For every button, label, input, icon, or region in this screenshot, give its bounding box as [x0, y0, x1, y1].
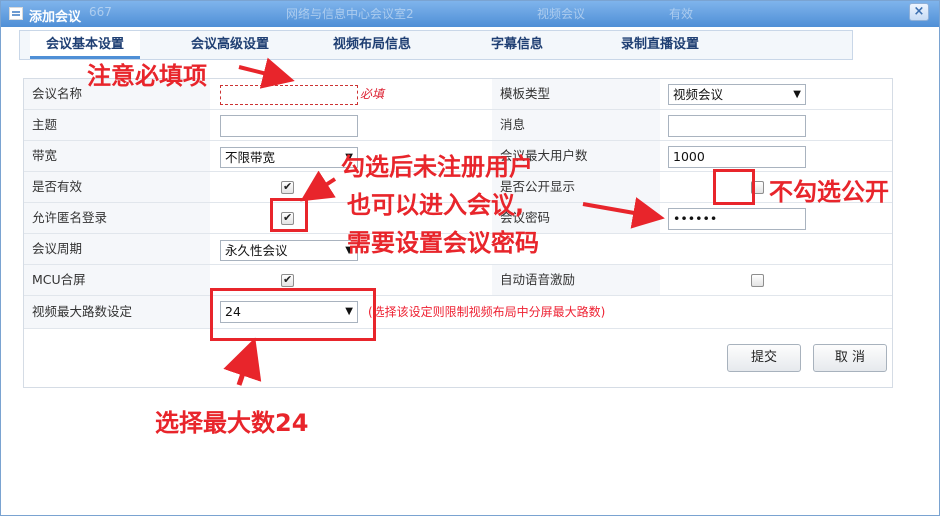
arrow-anonymous	[300, 170, 337, 202]
annotation-arrows	[223, 57, 665, 386]
arrow-required	[238, 57, 295, 89]
arrow-max-paths	[223, 337, 262, 386]
add-meeting-dialog: 667 网络与信息中心会议室2 视频会议 有效 添加会议 × 会议基本设置 会议…	[0, 0, 940, 516]
arrow-password	[582, 197, 665, 229]
